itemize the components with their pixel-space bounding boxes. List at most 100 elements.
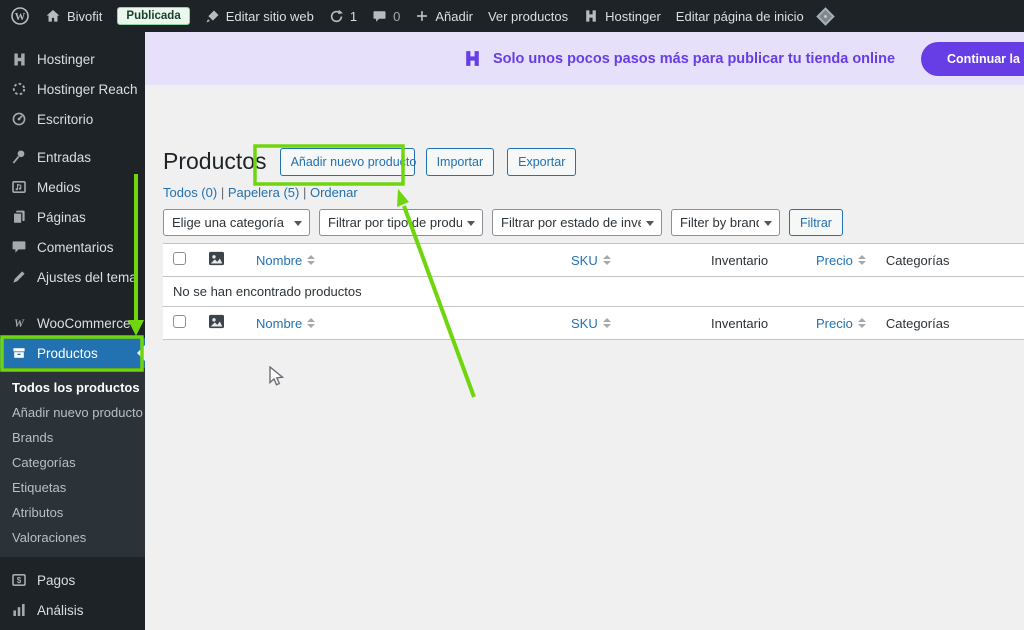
sidebar-item-ajustes-del-tema[interactable]: Ajustes del tema [0,262,145,292]
sidebar-item-comentarios[interactable]: Comentarios [0,232,145,262]
edit-site-menu[interactable]: Editar sitio web [205,9,314,24]
sidebar-item-productos[interactable]: Productos [0,338,145,368]
continue-setup-button[interactable]: Continuar la co [921,41,1024,76]
category-filter-value: Elige una categoría [172,215,285,230]
sort-by-price-header[interactable]: Precio [816,253,866,268]
submenu-item-brands[interactable]: Brands [0,425,145,450]
hostinger-label: Hostinger [605,8,661,24]
view-all-link[interactable]: Todos (0) [163,185,228,200]
table-footer-row: Nombre SKU Inventario Precio Categorías [163,306,1024,340]
category-filter-select[interactable]: Elige una categoría [163,209,310,236]
dashboard-gauge-icon [10,111,28,127]
sort-by-sku-header[interactable]: SKU [571,253,611,268]
sidebar-item-label: Escritorio [37,111,94,127]
sort-by-price-header[interactable]: Precio [816,316,866,331]
sidebar-item-label: Ajustes del tema [37,269,137,285]
hostinger-icon [583,8,599,24]
title-row: Productos Añadir nuevo producto Importar… [163,147,1024,176]
empty-products-row: No se han encontrado productos [163,277,1024,307]
wordpress-logo-icon: W [10,6,30,26]
sort-by-name-header[interactable]: Nombre [256,252,316,268]
view-trash-link[interactable]: Papelera (5) [228,185,310,200]
submenu-item-atributos[interactable]: Atributos [0,500,145,525]
export-button[interactable]: Exportar [507,147,577,176]
pages-icon [10,209,28,225]
status-badge: Publicada [117,7,190,25]
product-type-filter-value: Filtrar por tipo de producto [328,215,462,230]
view-products-menu[interactable]: Ver productos [488,9,568,24]
filter-apply-button[interactable]: Filtrar [789,209,843,236]
sidebar-item-woocommerce[interactable]: W WooCommerce [0,308,145,338]
paintbrush-icon [205,9,220,24]
sku-column-label: SKU [571,252,598,268]
sidebar-item-paginas[interactable]: Páginas [0,202,145,232]
updates-count: 1 [349,8,358,24]
view-sort-link[interactable]: Ordenar [310,185,358,200]
sidebar-item-medios[interactable]: Medios [0,172,145,202]
sidebar-item-hostinger-reach[interactable]: Hostinger Reach [0,74,145,104]
select-all-checkbox[interactable] [173,315,186,328]
add-new-product-button[interactable]: Añadir nuevo producto [279,147,416,176]
plus-icon [415,9,429,23]
add-new-menu[interactable]: Añadir [415,9,473,24]
comments-menu[interactable]: 0 [372,9,400,24]
product-type-filter-select[interactable]: Filtrar por tipo de producto [319,209,483,236]
submenu-item-todos-los-productos[interactable]: Todos los productos [0,375,145,400]
categories-column-label: Categorías [885,252,950,268]
sort-arrows-icon [602,318,611,328]
sidebar-item-label: Productos [37,345,98,361]
svg-text:$: $ [17,576,22,585]
sidebar: Hostinger Hostinger Reach Escritorio Ent… [0,32,145,630]
sidebar-item-pagos[interactable]: $ Pagos [0,565,145,595]
setup-diamond-menu[interactable] [816,6,835,26]
price-column-label: Precio [816,315,853,331]
name-column-label: Nombre [256,252,303,268]
site-name-menu[interactable]: Bivofit [45,8,102,24]
edit-site-label: Editar sitio web [225,8,314,24]
submenu-item-etiquetas[interactable]: Etiquetas [0,475,145,500]
sidebar-item-label: Páginas [37,209,86,225]
product-box-icon [10,345,28,361]
sidebar-item-escritorio[interactable]: Escritorio [0,104,145,134]
stock-filter-value: Filtrar por estado de inventario [501,215,641,230]
stock-column-label: Inventario [711,252,769,268]
comments-count: 0 [393,8,401,24]
home-icon [45,8,61,24]
hostinger-icon [10,51,28,68]
sidebar-item-hostinger[interactable]: Hostinger [0,44,145,74]
dashed-circle-icon [10,81,28,97]
add-new-label: Añadir [435,8,473,24]
brand-filter-select[interactable]: Filter by brand [671,209,780,236]
main-content: Solo unos pocos pasos más para publicar … [145,32,1024,630]
submenu-item-valoraciones[interactable]: Valoraciones [0,525,145,550]
sidebar-item-label: Análisis [37,602,84,618]
products-submenu: Todos los productos Añadir nuevo product… [0,368,145,557]
stock-column-label: Inventario [711,315,769,331]
sort-by-sku-header[interactable]: SKU [571,316,611,331]
sort-by-name-header[interactable]: Nombre [256,316,316,331]
submenu-item-categorias[interactable]: Categorías [0,450,145,475]
products-table: Nombre SKU Inventario Precio Categorías … [163,243,1024,340]
wordpress-menu[interactable]: W [10,6,30,26]
brand-filter-value: Filter by brand [680,215,759,230]
hostinger-menu[interactable]: Hostinger [583,8,661,24]
updates-menu[interactable]: 1 [329,9,357,24]
submenu-item-anadir-nuevo-producto[interactable]: Añadir nuevo producto [0,400,145,425]
categories-column-label: Categorías [885,315,950,331]
sidebar-item-entradas[interactable]: Entradas [0,142,145,172]
sidebar-item-label: Entradas [37,149,92,165]
bar-chart-icon [10,602,28,618]
sort-arrows-icon [602,255,611,265]
edit-homepage-menu[interactable]: Editar página de inicio [676,9,804,24]
banner-message: Solo unos pocos pasos más para publicar … [492,50,896,67]
woocommerce-icon: W [10,315,28,331]
stock-filter-select[interactable]: Filtrar por estado de inventario [492,209,662,236]
import-button[interactable]: Importar [425,147,495,176]
select-all-checkbox[interactable] [173,252,186,265]
sidebar-item-mercadeo[interactable]: Mercadeo [0,625,145,630]
sidebar-item-analisis[interactable]: Análisis [0,595,145,625]
sidebar-item-label: Medios [37,179,81,195]
edit-homepage-label: Editar página de inicio [675,8,804,24]
list-views: Todos (0) Papelera (5) Ordenar [163,185,1024,200]
image-column-icon [208,251,225,269]
